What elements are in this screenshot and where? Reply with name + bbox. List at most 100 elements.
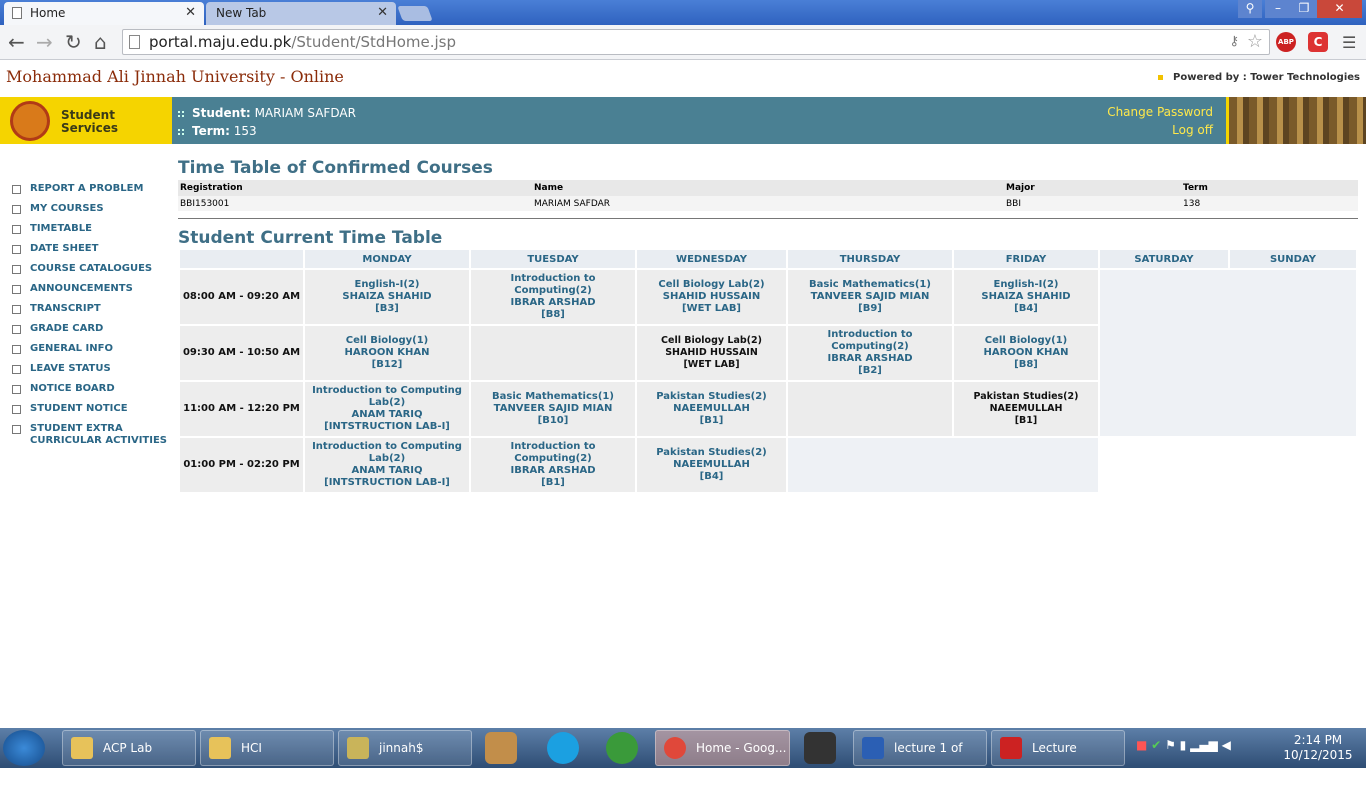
task-hci[interactable]: HCI [200, 730, 334, 766]
change-password-link[interactable]: Change Password [1107, 103, 1213, 121]
close-tab-icon[interactable]: ✕ [377, 5, 388, 20]
course-line: English-I(2) [993, 279, 1059, 290]
sidebar-item-report-a-problem[interactable]: REPORT A PROBLEM [12, 183, 172, 203]
acrobat-icon[interactable]: ■ [1136, 738, 1147, 752]
taskbar: ACP Lab HCI jinnah$ Home - Goog... lectu… [0, 728, 1366, 789]
forward-arrow-icon[interactable]: → [36, 31, 53, 53]
menu-icon[interactable]: ☰ [1342, 33, 1356, 52]
course-line: [WET LAB] [681, 303, 742, 314]
student-services-label: Student Services [61, 108, 119, 135]
checkbox-icon [12, 305, 21, 314]
task-jinnah[interactable]: jinnah$ [338, 730, 472, 766]
course-cell: Introduction to Computing Lab(2) ANAM TARI… [305, 382, 469, 436]
day-header-friday: FRIDAY [954, 250, 1098, 268]
header-term: Term [1181, 180, 1358, 196]
course-cell: Pakistan Studies(2) NAEEMULLAH [B1] [637, 382, 786, 436]
course-line: SHAHID HUSSAIN [662, 291, 761, 302]
course-cell: English-I(2) SHAIZA SHAHID [B3] [305, 270, 469, 324]
course-line: Pakistan Studies(2) [656, 447, 767, 458]
sync-icon[interactable]: ✔ [1151, 738, 1161, 752]
course-cell: Introduction to Computing(2) IBRAR ARSHAD[… [471, 270, 635, 324]
sidebar-item-date-sheet[interactable]: DATE SHEET [12, 243, 172, 263]
course-line: NAEEMULLAH [989, 403, 1063, 414]
course-line: ANAM TARIQ [351, 465, 423, 476]
sidebar-item-student-notice[interactable]: STUDENT NOTICE [12, 403, 172, 423]
network-globe-icon[interactable] [606, 732, 638, 764]
checkbox-icon [12, 285, 21, 294]
course-line: Pakistan Studies(2) [656, 391, 767, 402]
time-slot: 09:30 AM - 10:50 AM [180, 326, 303, 380]
checkbox-icon [12, 325, 21, 334]
user-icon[interactable]: ⚲ [1238, 0, 1262, 18]
skype-icon[interactable] [547, 732, 579, 764]
close-window-button[interactable]: ✕ [1317, 0, 1362, 18]
sidebar-item-my-courses[interactable]: MY COURSES [12, 203, 172, 223]
header-registration: Registration [178, 180, 532, 196]
flag-icon[interactable]: ⚑ [1165, 738, 1176, 752]
start-button[interactable] [3, 730, 45, 766]
task-acp-lab[interactable]: ACP Lab [62, 730, 196, 766]
close-tab-icon[interactable]: ✕ [185, 5, 196, 20]
volume-icon[interactable]: ◀ [1222, 738, 1231, 752]
course-cell: Cell Biology Lab(2) SHAHID HUSSAIN [WET LA… [637, 326, 786, 380]
time-slot: 08:00 AM - 09:20 AM [180, 270, 303, 324]
course-line: Computing(2) [831, 341, 909, 352]
course-cell: Cell Biology(1) HAROON KHAN [B12] [305, 326, 469, 380]
checkbox-icon [12, 405, 21, 414]
paint-icon[interactable] [485, 732, 517, 764]
maximize-button[interactable]: ❐ [1291, 0, 1317, 18]
key-icon[interactable]: ⚷ [1229, 34, 1239, 49]
checkbox-icon [12, 345, 21, 354]
sidebar-item-label: ANNOUNCEMENTS [30, 283, 133, 294]
sidebar-item-label: GRADE CARD [30, 323, 104, 334]
course-line: Basic Mathematics(1) [809, 279, 931, 290]
back-arrow-icon[interactable]: ← [8, 31, 25, 53]
course-line: [B1] [699, 415, 724, 426]
new-tab-button[interactable] [397, 6, 433, 21]
bookmark-star-icon[interactable]: ☆ [1247, 31, 1263, 52]
log-off-link[interactable]: Log off [1107, 121, 1213, 139]
signal-icon[interactable]: ▂▄▆ [1190, 738, 1218, 752]
course-line: [B8] [1014, 359, 1038, 370]
task-pdf[interactable]: Lecture Notes... [991, 730, 1125, 789]
course-line: [B4] [699, 471, 724, 482]
sidebar-item-label: STUDENT EXTRA CURRICULAR ACTIVITIES [30, 423, 167, 446]
chrome-icon [664, 737, 686, 759]
reload-icon[interactable]: ↻ [65, 31, 82, 53]
course-line: NAEEMULLAH [673, 403, 750, 414]
shield-extension-icon[interactable]: C [1308, 32, 1328, 52]
sidebar-item-course-catalogues[interactable]: COURSE CATALOGUES [12, 263, 172, 283]
sidebar-item-transcript[interactable]: TRANSCRIPT [12, 303, 172, 323]
sidebar-item-announcements[interactable]: ANNOUNCEMENTS [12, 283, 172, 303]
sidebar-item-label: MY COURSES [30, 203, 104, 214]
sidebar-item-label: REPORT A PROBLEM [30, 183, 144, 194]
name-value: MARIAM SAFDAR [532, 196, 1004, 211]
course-line: SHAIZA SHAHID [981, 291, 1071, 302]
course-line: [B9] [858, 303, 882, 314]
media-player-icon[interactable] [804, 732, 836, 764]
sidebar-item-grade-card[interactable]: GRADE CARD [12, 323, 172, 343]
sidebar-item-student-extra-curricular-activities[interactable]: STUDENT EXTRA CURRICULAR ACTIVITIES [12, 423, 172, 449]
sidebar-item-notice-board[interactable]: NOTICE BOARD [12, 383, 172, 403]
sidebar-item-leave-status[interactable]: LEAVE STATUS [12, 363, 172, 383]
term-value: 153 [233, 124, 257, 138]
task-word-doc[interactable]: lecture 1 of wi... [853, 730, 987, 789]
sidebar-item-general-info[interactable]: GENERAL INFO [12, 343, 172, 363]
empty-cell [788, 382, 952, 436]
address-bar[interactable]: portal.maju.edu.pk/Student/StdHome.jsp ⚷… [122, 29, 1270, 55]
minimize-button[interactable]: – [1265, 0, 1291, 18]
home-icon[interactable]: ⌂ [94, 31, 107, 53]
sidebar-item-timetable[interactable]: TIMETABLE [12, 223, 172, 243]
tab-home[interactable]: Home ✕ [4, 2, 204, 25]
clock[interactable]: 2:14 PM 10/12/2015 [1278, 733, 1358, 763]
task-chrome[interactable]: Home - Goog... [655, 730, 790, 766]
day-header-wednesday: WEDNESDAY [637, 250, 786, 268]
tab-new-tab[interactable]: New Tab ✕ [206, 2, 396, 25]
adblock-extension-icon[interactable]: ABP [1276, 32, 1296, 52]
folder-icon [71, 737, 93, 759]
battery-icon[interactable]: ▮ [1180, 738, 1187, 752]
tab-label: New Tab [216, 6, 267, 20]
course-cell: Pakistan Studies(2) NAEEMULLAH [B1] [954, 382, 1098, 436]
student-services-block: Student Services [0, 97, 172, 144]
course-cell: Basic Mathematics(1) TANVEER SAJID MIAN [B… [471, 382, 635, 436]
